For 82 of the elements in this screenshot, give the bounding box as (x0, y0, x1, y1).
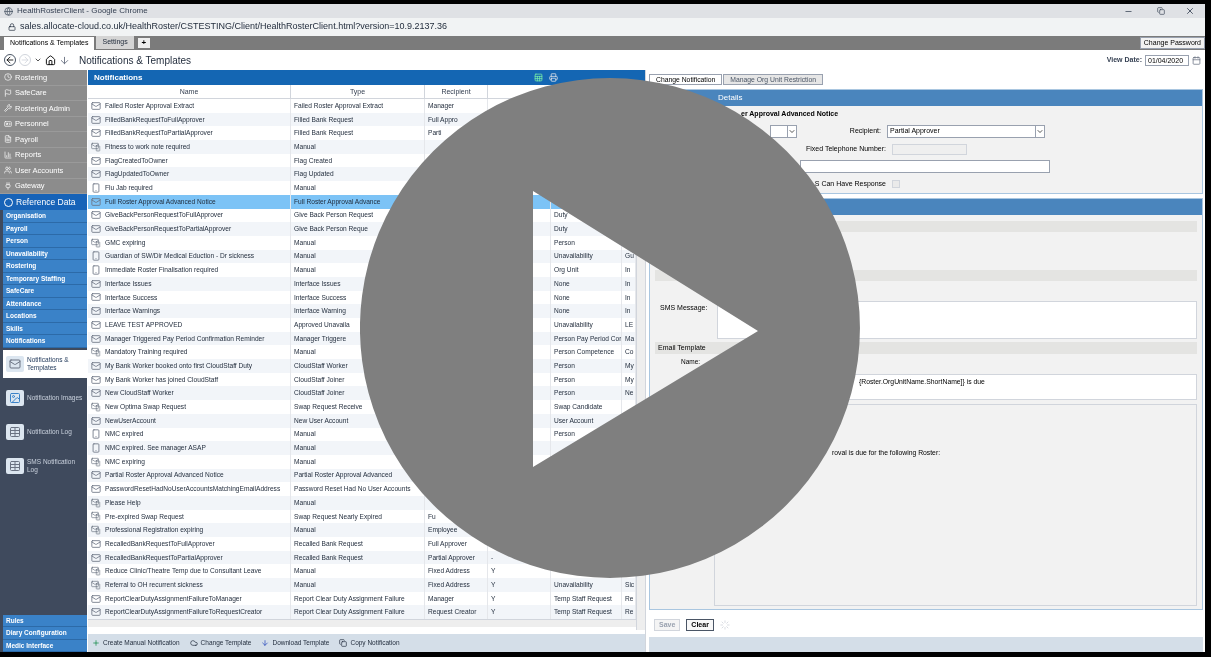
section-title: Details (718, 92, 743, 104)
spinner-icon (719, 620, 730, 630)
document-icon (4, 135, 12, 144)
page-title: Notifications & Templates (79, 53, 192, 68)
envelope-icon (91, 155, 101, 166)
envelope-phone-icon (91, 141, 101, 152)
envelope-icon (91, 224, 101, 235)
phone-icon (91, 265, 101, 276)
page-icon (6, 423, 24, 440)
bar-chart-icon (4, 150, 12, 159)
envelope-phone-icon (91, 579, 101, 590)
wrench-icon (4, 104, 12, 113)
phone-icon (91, 251, 101, 262)
plus-icon (92, 639, 100, 647)
caret-icon (1035, 125, 1044, 137)
envelope-phone-icon (91, 511, 101, 522)
envelope-icon (91, 333, 101, 344)
response-checkbox[interactable] (892, 180, 900, 188)
envelope-phone-icon (91, 456, 101, 467)
flag-icon (4, 88, 12, 97)
envelope-phone-icon (91, 347, 101, 358)
envelope-icon (91, 196, 101, 207)
lock-icon (8, 23, 16, 31)
envelope-icon (91, 306, 101, 317)
cloud-icon (189, 639, 198, 647)
home-icon[interactable] (45, 54, 56, 66)
phone-icon (91, 443, 101, 454)
envelope-icon (91, 593, 101, 604)
envelope-icon (91, 374, 101, 385)
envelope-phone-icon (91, 497, 101, 508)
horizontal-scrollbar[interactable] (88, 619, 636, 628)
spreadsheet-icon[interactable] (534, 73, 543, 82)
envelope-icon (91, 319, 101, 330)
page-icon (6, 389, 24, 406)
envelope-icon (91, 128, 101, 139)
back-icon[interactable] (4, 54, 16, 66)
envelope-icon (91, 607, 101, 618)
dropdown-field[interactable] (770, 124, 797, 138)
globe-icon (4, 6, 13, 16)
calendar-icon[interactable] (1192, 55, 1201, 65)
dropdown-icon[interactable] (34, 56, 42, 64)
envelope-icon (91, 470, 101, 481)
envelope-icon (91, 169, 101, 180)
reference-data-label: Reference Data (16, 195, 76, 209)
down-arrow-icon[interactable] (59, 54, 70, 66)
envelope-icon (91, 100, 101, 111)
envelope-icon (91, 388, 101, 399)
users-icon (4, 166, 12, 175)
down-arrow-icon (261, 639, 270, 647)
window-title: HealthRosterClient - Google Chrome (17, 5, 148, 17)
envelope-icon (91, 484, 101, 495)
reference-data-header[interactable]: Reference Data (0, 194, 87, 210)
envelope-icon (91, 538, 101, 549)
address-bar[interactable]: sales.allocate-cloud.co.uk/HealthRoster/CSTESTING/Client/HealthRosterClient.html?version=10.9.2137.36 (0, 18, 1205, 36)
copy-icon (339, 639, 348, 647)
envelope-phone-icon (91, 237, 101, 248)
envelope-icon (91, 292, 101, 303)
restore-icon[interactable] (1157, 7, 1165, 15)
close-icon[interactable] (1185, 6, 1195, 16)
envelope-icon (91, 114, 101, 125)
page-icon (6, 355, 24, 372)
envelope-phone-icon (91, 401, 101, 412)
text-field[interactable] (800, 160, 1050, 173)
add-tab-button[interactable]: + (137, 38, 150, 48)
id-card-icon (4, 119, 12, 128)
envelope-phone-icon (91, 525, 101, 536)
printer-icon[interactable] (549, 73, 558, 82)
phone-icon (91, 429, 101, 440)
url-text: sales.allocate-cloud.co.uk/HealthRoster/CSTESTING/Client/HealthRosterClient.html?version=10.9.2137.36 (20, 20, 447, 34)
phone-icon (91, 182, 101, 193)
envelope-icon (91, 360, 101, 371)
caret-icon (787, 125, 796, 137)
grid-title: Notifications (94, 71, 143, 84)
envelope-icon (91, 415, 101, 426)
envelope-icon (91, 552, 101, 563)
page-icon (6, 457, 24, 474)
envelope-icon (91, 210, 101, 221)
envelope-icon (91, 278, 101, 289)
envelope-phone-icon (91, 566, 101, 577)
clock-icon (4, 73, 12, 82)
plug-icon (4, 181, 12, 190)
phone-field[interactable] (892, 143, 967, 155)
